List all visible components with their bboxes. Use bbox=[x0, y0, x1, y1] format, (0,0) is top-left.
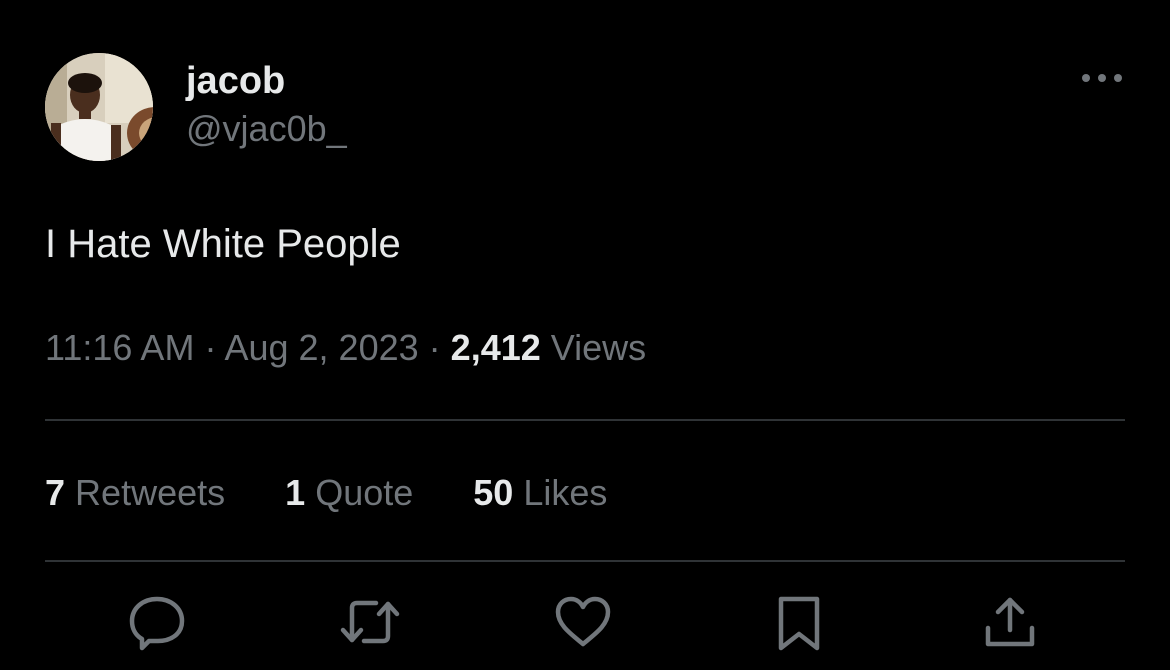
divider bbox=[45, 560, 1125, 562]
share-button[interactable] bbox=[978, 590, 1042, 654]
retweets-stat[interactable]: 7 Retweets bbox=[45, 467, 225, 519]
tweet-header: jacob @vjac0b_ bbox=[45, 53, 1125, 163]
share-icon bbox=[985, 597, 1035, 647]
tweet-time[interactable]: 11:16 AM bbox=[45, 327, 194, 368]
views-label[interactable]: Views bbox=[551, 327, 646, 368]
likes-stat[interactable]: 50 Likes bbox=[473, 467, 607, 519]
bookmark-icon bbox=[778, 596, 820, 651]
retweet-icon bbox=[340, 600, 400, 644]
tweet-metadata: 11:16 AM · Aug 2, 2023 · 2,412 Views bbox=[45, 322, 646, 374]
retweets-count: 7 bbox=[45, 472, 66, 513]
reply-button[interactable] bbox=[125, 590, 189, 654]
quotes-stat[interactable]: 1 Quote bbox=[285, 467, 413, 519]
like-button[interactable] bbox=[551, 590, 615, 654]
separator: · bbox=[428, 327, 441, 368]
user-names: jacob @vjac0b_ bbox=[186, 59, 347, 151]
tweet-detail: jacob @vjac0b_ I Hate White People 11:16… bbox=[0, 0, 1170, 670]
bookmark-button[interactable] bbox=[767, 590, 831, 654]
avatar[interactable] bbox=[45, 53, 153, 161]
quotes-count: 1 bbox=[285, 472, 306, 513]
avatar-image bbox=[45, 53, 153, 161]
tweet-text: I Hate White People bbox=[45, 222, 401, 266]
tweet-date[interactable]: Aug 2, 2023 bbox=[224, 327, 418, 368]
more-icon[interactable] bbox=[1079, 67, 1125, 89]
display-name[interactable]: jacob bbox=[186, 59, 347, 103]
user-handle[interactable]: @vjac0b_ bbox=[186, 107, 347, 151]
separator: · bbox=[204, 327, 217, 368]
retweets-label: Retweets bbox=[75, 472, 226, 513]
divider bbox=[45, 419, 1125, 421]
action-bar bbox=[0, 590, 1170, 660]
quotes-label: Quote bbox=[315, 472, 414, 513]
engagement-stats: 7 Retweets 1 Quote 50 Likes bbox=[45, 467, 657, 519]
heart-icon bbox=[555, 596, 611, 647]
views-count[interactable]: 2,412 bbox=[451, 327, 541, 368]
likes-count: 50 bbox=[473, 472, 514, 513]
reply-icon bbox=[129, 596, 185, 651]
retweet-button[interactable] bbox=[338, 590, 402, 654]
likes-label: Likes bbox=[523, 472, 608, 513]
